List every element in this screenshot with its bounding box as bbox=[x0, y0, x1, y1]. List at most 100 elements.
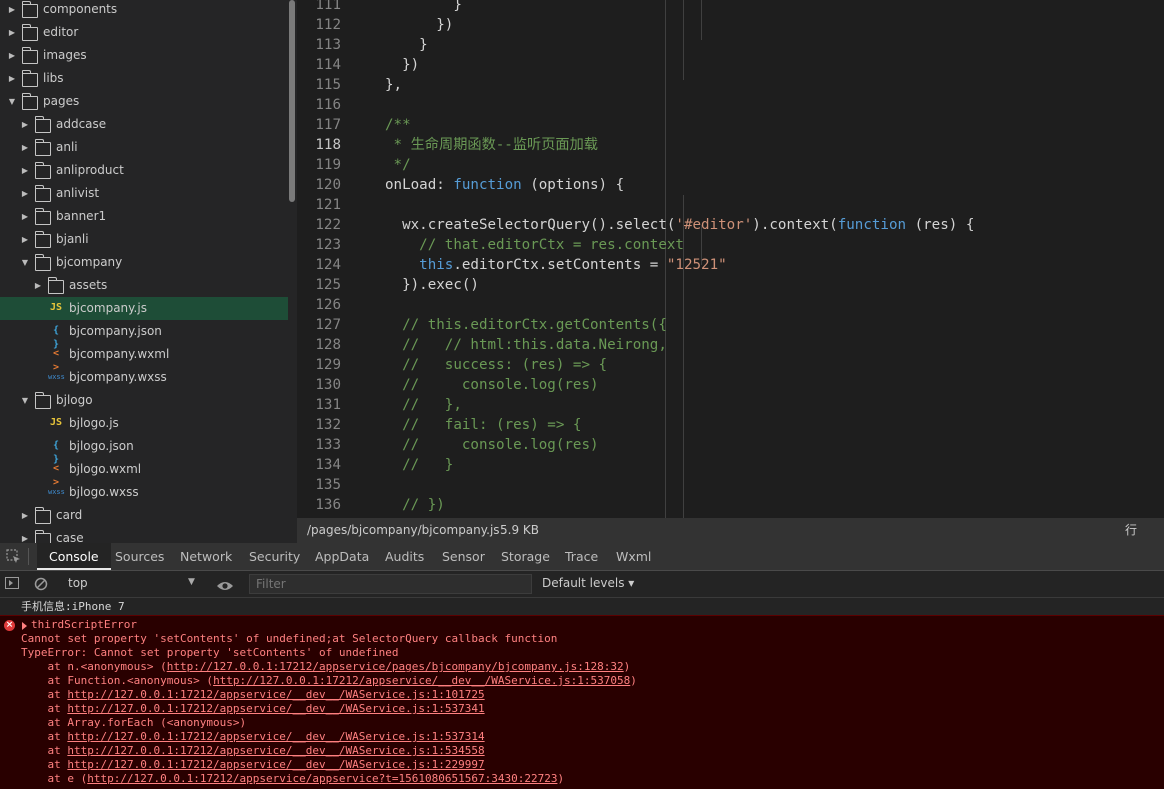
code-line[interactable]: 114 }) bbox=[297, 55, 1164, 75]
code-line[interactable]: 128 // // html:this.data.Neirong, bbox=[297, 335, 1164, 355]
explorer-scrollbar[interactable] bbox=[288, 0, 297, 544]
tree-folder[interactable]: ▶ editor bbox=[0, 21, 288, 44]
tab-audits[interactable]: Audits bbox=[385, 543, 424, 570]
code-line[interactable]: 125 }).exec() bbox=[297, 275, 1164, 295]
tab-sources[interactable]: Sources bbox=[115, 543, 164, 570]
chevron-right-icon[interactable]: ▶ bbox=[20, 113, 30, 136]
chevron-right-icon[interactable]: ▶ bbox=[7, 67, 17, 90]
chevron-right-icon[interactable]: ▶ bbox=[7, 21, 17, 44]
chevron-right-icon[interactable]: ▶ bbox=[20, 527, 30, 544]
code-line[interactable]: 119 */ bbox=[297, 155, 1164, 175]
code-token: ).context( bbox=[752, 217, 838, 233]
tree-file[interactable]: JS bjlogo.js bbox=[0, 412, 288, 435]
code-line[interactable]: 117 /** bbox=[297, 115, 1164, 135]
code-line[interactable]: 131 // }, bbox=[297, 395, 1164, 415]
tree-file[interactable]: < > bjlogo.wxml bbox=[0, 458, 288, 488]
chevron-right-icon[interactable]: ▶ bbox=[20, 228, 30, 251]
stack-link[interactable]: http://127.0.0.1:17212/appservice/__dev_… bbox=[67, 730, 484, 743]
code-line[interactable]: 130 // console.log(res) bbox=[297, 375, 1164, 395]
chevron-down-icon[interactable]: ▼ bbox=[20, 389, 30, 412]
tree-folder[interactable]: ▶ banner1 bbox=[0, 205, 288, 228]
inspect-element-icon[interactable] bbox=[6, 549, 21, 564]
tree-folder[interactable]: ▶ bjanli bbox=[0, 228, 288, 251]
context-select[interactable]: top ▼ bbox=[62, 573, 202, 595]
stack-link[interactable]: http://127.0.0.1:17212/appservice/pages/… bbox=[167, 660, 624, 673]
code-line[interactable]: 123 // that.editorCtx = res.context bbox=[297, 235, 1164, 255]
code-line[interactable]: 121 bbox=[297, 195, 1164, 215]
code-line[interactable]: 135 bbox=[297, 475, 1164, 495]
folder-icon bbox=[34, 185, 51, 202]
code-line[interactable]: 124 this.editorCtx.setContents = "12521" bbox=[297, 255, 1164, 275]
stack-link[interactable]: http://127.0.0.1:17212/appservice/__dev_… bbox=[67, 758, 484, 771]
tree-file[interactable]: { } bjlogo.json bbox=[0, 435, 288, 465]
chevron-right-icon[interactable]: ▶ bbox=[20, 182, 30, 205]
folder-open-icon bbox=[34, 392, 51, 409]
stack-link[interactable]: http://127.0.0.1:17212/appservice/__dev_… bbox=[67, 744, 484, 757]
tree-folder[interactable]: ▶ images bbox=[0, 44, 288, 67]
chevron-right-icon[interactable]: ▶ bbox=[20, 205, 30, 228]
expand-triangle-icon[interactable] bbox=[22, 622, 27, 630]
tab-network[interactable]: Network bbox=[180, 543, 232, 570]
code-line[interactable]: 120 onLoad: function (options) { bbox=[297, 175, 1164, 195]
chevron-down-icon[interactable]: ▼ bbox=[20, 251, 30, 274]
tree-folder[interactable]: ▶ libs bbox=[0, 67, 288, 90]
code-line[interactable]: 126 bbox=[297, 295, 1164, 315]
code-line[interactable]: 112 }) bbox=[297, 15, 1164, 35]
clear-console-icon[interactable] bbox=[34, 576, 48, 591]
chevron-right-icon[interactable]: ▶ bbox=[20, 504, 30, 527]
tab-storage[interactable]: Storage bbox=[501, 543, 550, 570]
tree-folder[interactable]: ▶ assets bbox=[0, 274, 288, 297]
log-levels-dropdown[interactable]: Default levels ▾ bbox=[542, 576, 634, 590]
code-line[interactable]: 116 bbox=[297, 95, 1164, 115]
code-line[interactable]: 136 // }) bbox=[297, 495, 1164, 515]
tree-file[interactable]: JS bjcompany.js bbox=[0, 297, 288, 320]
chevron-right-icon[interactable]: ▶ bbox=[20, 159, 30, 182]
stack-link[interactable]: http://127.0.0.1:17212/appservice/__dev_… bbox=[67, 702, 484, 715]
tree-folder[interactable]: ▶ card bbox=[0, 504, 288, 527]
tree-folder[interactable]: ▶ addcase bbox=[0, 113, 288, 136]
code-line[interactable]: 113 } bbox=[297, 35, 1164, 55]
tree-folder[interactable]: ▶ anliproduct bbox=[0, 159, 288, 182]
tab-wxml[interactable]: Wxml bbox=[616, 543, 651, 570]
code-line[interactable]: 132 // fail: (res) => { bbox=[297, 415, 1164, 435]
code-line[interactable]: 122 wx.createSelectorQuery().select('#ed… bbox=[297, 215, 1164, 235]
chevron-down-icon[interactable]: ▼ bbox=[7, 90, 17, 113]
tree-folder[interactable]: ▶ anlivist bbox=[0, 182, 288, 205]
code-line[interactable]: 134 // } bbox=[297, 455, 1164, 475]
code-editor[interactable]: 111 } 112 }) 113 } 114 }) 115}, 116 117/** 118 … bbox=[297, 0, 1164, 518]
tree-folder[interactable]: ▼ bjcompany bbox=[0, 251, 288, 274]
tree-folder[interactable]: ▶ case bbox=[0, 527, 288, 544]
chevron-right-icon[interactable]: ▶ bbox=[7, 0, 17, 21]
sidebar-toggle-icon[interactable] bbox=[5, 577, 19, 589]
line-number: 131 bbox=[315, 397, 341, 413]
tree-file[interactable]: < > bjcompany.wxml bbox=[0, 343, 288, 373]
code-line[interactable]: 129 // success: (res) => { bbox=[297, 355, 1164, 375]
console-filter-input[interactable] bbox=[249, 574, 532, 594]
chevron-right-icon[interactable]: ▶ bbox=[33, 274, 43, 297]
tree-folder[interactable]: ▼ pages bbox=[0, 90, 288, 113]
stack-link[interactable]: http://127.0.0.1:17212/appservice/__dev_… bbox=[213, 674, 630, 687]
stack-link[interactable]: http://127.0.0.1:17212/appservice/__dev_… bbox=[67, 688, 484, 701]
code-line[interactable]: 118 * 生命周期函数--监听页面加载 bbox=[297, 135, 1164, 155]
code-line[interactable]: 115}, bbox=[297, 75, 1164, 95]
code-line[interactable]: 127 // this.editorCtx.getContents({ bbox=[297, 315, 1164, 335]
tab-appdata[interactable]: AppData bbox=[315, 543, 369, 570]
tree-file[interactable]: { } bjcompany.json bbox=[0, 320, 288, 350]
chevron-right-icon[interactable]: ▶ bbox=[20, 136, 30, 159]
chevron-right-icon[interactable]: ▶ bbox=[7, 44, 17, 67]
tab-sensor[interactable]: Sensor bbox=[442, 543, 485, 570]
scrollbar-thumb[interactable] bbox=[289, 0, 295, 202]
tab-console[interactable]: Console bbox=[37, 543, 111, 570]
eye-icon[interactable] bbox=[216, 577, 234, 590]
tree-folder[interactable]: ▶ anli bbox=[0, 136, 288, 159]
tab-trace[interactable]: Trace bbox=[565, 543, 598, 570]
tab-security[interactable]: Security bbox=[249, 543, 300, 570]
tree-folder[interactable]: ▼ bjlogo bbox=[0, 389, 288, 412]
tree-folder[interactable]: ▶ components bbox=[0, 0, 288, 21]
error-title[interactable]: thirdScriptError bbox=[31, 618, 137, 631]
tree-file[interactable]: wxss bjcompany.wxss bbox=[0, 366, 288, 389]
code-line[interactable]: 111 } bbox=[297, 0, 1164, 15]
tree-file[interactable]: wxss bjlogo.wxss bbox=[0, 481, 288, 504]
code-line[interactable]: 133 // console.log(res) bbox=[297, 435, 1164, 455]
stack-link[interactable]: http://127.0.0.1:17212/appservice/appser… bbox=[87, 772, 557, 785]
